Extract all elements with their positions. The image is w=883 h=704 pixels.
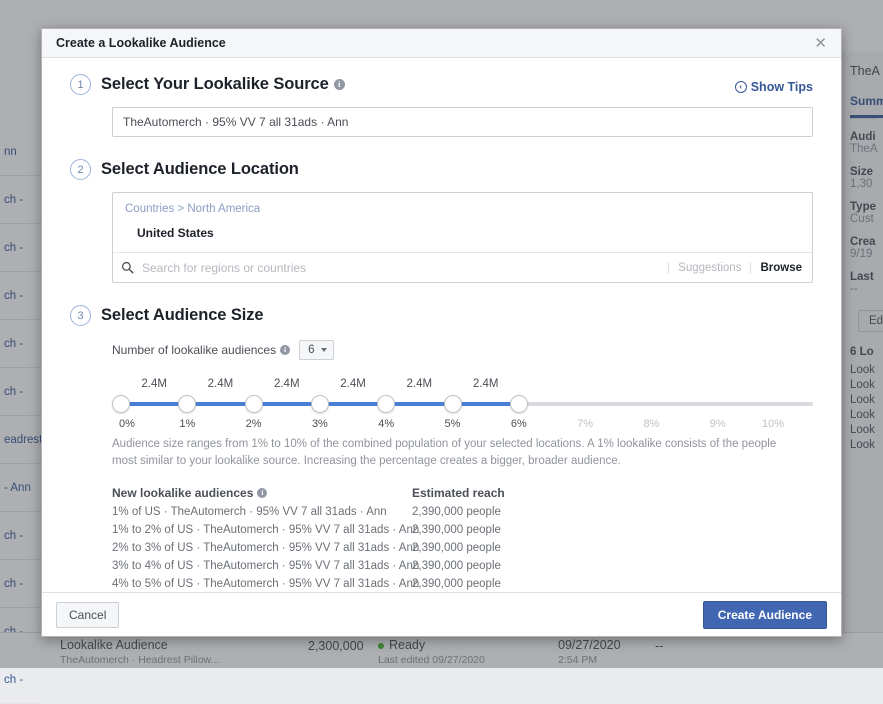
audience-row-reach: 2,390,000 people	[412, 578, 501, 590]
audience-list-header: New lookalike audiences i Estimated reach	[112, 486, 813, 500]
info-icon[interactable]: i	[334, 79, 345, 90]
step-1-section: 1 Select Your Lookalike Source i ‹ Show T…	[70, 74, 813, 137]
audience-size-slider[interactable]: 2.4M 2.4M 2.4M 2.4M 2.4M 2.4M 0% 1% 2% 3% 4% 5% 6% 7…	[112, 378, 813, 432]
breadcrumb-current[interactable]: North America	[187, 203, 260, 215]
info-icon[interactable]: i	[280, 345, 290, 355]
slider-handle[interactable]	[444, 395, 462, 413]
audience-row: 1% to 2% of US · TheAutomerch · 95% VV 7…	[112, 524, 813, 536]
info-icon[interactable]: i	[257, 488, 267, 498]
slider-handle[interactable]	[377, 395, 395, 413]
audience-row-reach: 2,390,000 people	[412, 506, 501, 518]
audience-count-row: Number of lookalike audiences i 6	[112, 340, 813, 360]
slider-tick-label: 9%	[710, 418, 726, 430]
slider-tick-label: 4%	[378, 418, 394, 430]
slider-handle[interactable]	[178, 395, 196, 413]
slider-handle[interactable]	[245, 395, 263, 413]
slider-tick-label: 2%	[246, 418, 262, 430]
slider-segment-value: 2.4M	[208, 378, 234, 390]
show-tips-button[interactable]: ‹ Show Tips	[735, 80, 813, 94]
audience-location-box: Countries > North America United States …	[112, 192, 813, 283]
slider-tick-label: 7%	[577, 418, 593, 430]
search-icon	[121, 261, 134, 274]
slider-tick-label: 10%	[762, 418, 784, 430]
audience-size-help-text: Audience size ranges from 1% to 10% of t…	[112, 436, 784, 470]
column-header-estimated-reach: Estimated reach	[412, 486, 505, 500]
audience-row-reach: 2,390,000 people	[412, 542, 501, 554]
lookalike-source-field[interactable]: TheAutomerch · 95% VV 7 all 31ads · Ann	[112, 107, 813, 137]
step-2-section: 2 Select Audience Location Countries > N…	[70, 159, 813, 283]
step-1-number: 1	[70, 74, 91, 95]
audience-list: 1% of US · TheAutomerch · 95% VV 7 all 3…	[70, 506, 813, 592]
dialog-footer: Cancel Create Audience	[42, 592, 841, 636]
slider-tick-label: 5%	[445, 418, 461, 430]
slider-segment-value: 2.4M	[407, 378, 433, 390]
audience-row-name: 1% of US · TheAutomerch · 95% VV 7 all 3…	[112, 506, 412, 518]
audience-row-name: 2% to 3% of US · TheAutomerch · 95% VV 7…	[112, 542, 412, 554]
audience-row: 1% of US · TheAutomerch · 95% VV 7 all 3…	[112, 506, 813, 518]
step-3-section: 3 Select Audience Size Number of lookali…	[70, 305, 813, 592]
slider-handle[interactable]	[112, 395, 130, 413]
dialog-header: Create a Lookalike Audience ✕	[42, 29, 841, 58]
step-1-header: 1 Select Your Lookalike Source i	[70, 74, 813, 95]
cancel-button[interactable]: Cancel	[56, 602, 119, 628]
column-header-new-audiences: New lookalike audiences i	[112, 486, 412, 500]
slider-segment-value: 2.4M	[274, 378, 300, 390]
step-1-title: Select Your Lookalike Source i	[101, 75, 345, 94]
breadcrumb-root[interactable]: Countries	[125, 203, 174, 215]
audience-count-label-text: Number of lookalike audiences	[112, 343, 276, 357]
audience-row-reach: 2,390,000 people	[412, 560, 501, 572]
audience-row: 4% to 5% of US · TheAutomerch · 95% VV 7…	[112, 578, 813, 590]
lookalike-source-value: TheAutomerch · 95% VV 7 all 31ads · Ann	[123, 115, 348, 129]
chevron-left-circle-icon: ‹	[735, 81, 747, 93]
step-3-number: 3	[70, 305, 91, 326]
slider-handle[interactable]	[311, 395, 329, 413]
create-lookalike-audience-dialog: Create a Lookalike Audience ✕ 1 Select Y…	[41, 28, 842, 637]
audience-row: 3% to 4% of US · TheAutomerch · 95% VV 7…	[112, 560, 813, 572]
slider-segment-value: 2.4M	[340, 378, 366, 390]
audience-row-name: 4% to 5% of US · TheAutomerch · 95% VV 7…	[112, 578, 412, 590]
slider-tick-label: 8%	[643, 418, 659, 430]
audience-row: 2% to 3% of US · TheAutomerch · 95% VV 7…	[112, 542, 813, 554]
step-1-title-text: Select Your Lookalike Source	[101, 75, 329, 93]
show-tips-label: Show Tips	[751, 80, 813, 94]
slider-tick-label: 3%	[312, 418, 328, 430]
step-3-title: Select Audience Size	[101, 306, 263, 325]
selected-location: United States	[137, 226, 800, 240]
step-2-header: 2 Select Audience Location	[70, 159, 813, 180]
step-2-title: Select Audience Location	[101, 160, 299, 179]
suggestions-button[interactable]: Suggestions	[668, 262, 750, 274]
audience-row-name: 3% to 4% of US · TheAutomerch · 95% VV 7…	[112, 560, 412, 572]
step-2-number: 2	[70, 159, 91, 180]
audience-count-select[interactable]: 6	[299, 340, 333, 360]
audience-row-name: 1% to 2% of US · TheAutomerch · 95% VV 7…	[112, 524, 412, 536]
audience-row-reach: 2,390,000 people	[412, 524, 501, 536]
step-3-header: 3 Select Audience Size	[70, 305, 813, 326]
dialog-title: Create a Lookalike Audience	[56, 36, 810, 50]
audience-count-label: Number of lookalike audiences i	[112, 343, 290, 357]
create-audience-button[interactable]: Create Audience	[703, 601, 827, 629]
breadcrumb-separator: >	[177, 203, 184, 215]
slider-handle[interactable]	[510, 395, 528, 413]
close-icon[interactable]: ✕	[810, 34, 831, 53]
slider-segment-value: 2.4M	[473, 378, 499, 390]
breadcrumb: Countries > North America	[125, 203, 800, 215]
dialog-body: 1 Select Your Lookalike Source i ‹ Show T…	[42, 58, 841, 592]
slider-tick-label: 6%	[511, 418, 527, 430]
slider-tick-label: 1%	[179, 418, 195, 430]
browse-button[interactable]: Browse	[750, 262, 802, 274]
slider-tick-label: 0%	[119, 418, 135, 430]
column-header-new-audiences-text: New lookalike audiences	[112, 486, 253, 500]
location-search-bar: Suggestions Browse	[113, 252, 812, 282]
location-search-input[interactable]	[142, 261, 668, 275]
audience-count-value: 6	[308, 344, 314, 356]
location-selection-area: Countries > North America United States	[113, 193, 812, 252]
chevron-down-icon	[321, 348, 327, 352]
slider-segment-value: 2.4M	[141, 378, 167, 390]
